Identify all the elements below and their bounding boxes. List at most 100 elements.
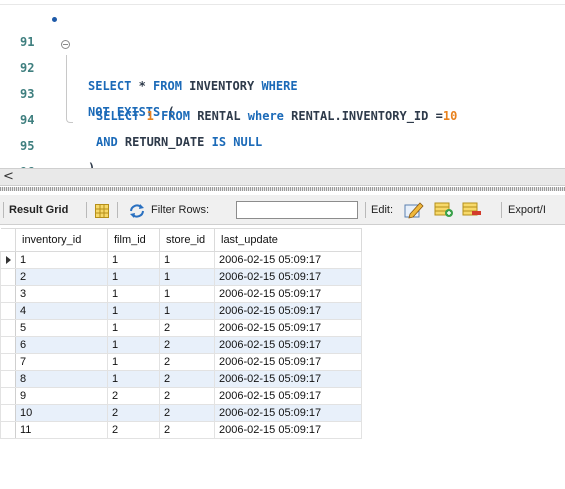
table-cell[interactable]: 6 bbox=[15, 336, 108, 354]
editor-horizontal-scrollbar[interactable]: < bbox=[0, 168, 565, 186]
table-row[interactable]: 2 1 1 2006-02-15 05:09:17 bbox=[0, 268, 362, 286]
table-row[interactable]: 4 1 1 2006-02-15 05:09:17 bbox=[0, 302, 362, 320]
table-cell[interactable]: 2006-02-15 05:09:17 bbox=[214, 268, 362, 286]
table-cell[interactable]: 1 bbox=[107, 336, 160, 354]
table-row[interactable]: 5 1 2 2006-02-15 05:09:17 bbox=[0, 319, 362, 337]
table-cell[interactable]: 1 bbox=[107, 285, 160, 303]
column-header[interactable]: inventory_id bbox=[15, 228, 108, 252]
table-cell[interactable]: 2006-02-15 05:09:17 bbox=[214, 285, 362, 303]
filter-rows-label: Filter Rows: bbox=[151, 204, 210, 216]
table-cell[interactable]: 1 bbox=[107, 370, 160, 388]
row-header[interactable] bbox=[0, 370, 16, 388]
row-header[interactable] bbox=[0, 353, 16, 371]
table-cell[interactable]: 2006-02-15 05:09:17 bbox=[214, 319, 362, 337]
result-grid-tab[interactable]: Result Grid bbox=[9, 195, 68, 225]
table-cell[interactable]: 5 bbox=[15, 319, 108, 337]
table-cell[interactable]: 2006-02-15 05:09:17 bbox=[214, 302, 362, 320]
table-row[interactable]: 1 1 1 2006-02-15 05:09:17 bbox=[0, 251, 362, 269]
table-cell[interactable]: 1 bbox=[159, 285, 215, 303]
current-row-arrow-icon bbox=[6, 256, 11, 264]
table-cell[interactable]: 2 bbox=[159, 353, 215, 371]
column-header[interactable]: film_id bbox=[107, 228, 160, 252]
grid-layout-icon[interactable] bbox=[95, 203, 109, 222]
result-toolbar: Result Grid Filter Rows: Edit: Export/I bbox=[0, 195, 565, 225]
table-row[interactable]: 7 1 2 2006-02-15 05:09:17 bbox=[0, 353, 362, 371]
table-header-row: inventory_id film_id store_id last_updat… bbox=[0, 228, 362, 252]
table-row[interactable]: 9 2 2 2006-02-15 05:09:17 bbox=[0, 387, 362, 405]
toolbar-divider bbox=[365, 202, 366, 218]
table-cell[interactable]: 2 bbox=[159, 387, 215, 405]
row-header[interactable] bbox=[0, 285, 16, 303]
table-cell[interactable]: 2 bbox=[107, 404, 160, 422]
table-row[interactable]: 3 1 1 2006-02-15 05:09:17 bbox=[0, 285, 362, 303]
table-cell[interactable]: 1 bbox=[159, 302, 215, 320]
delete-row-icon[interactable] bbox=[462, 202, 482, 222]
table-cell[interactable]: 2 bbox=[15, 268, 108, 286]
fold-guide-line bbox=[66, 55, 67, 117]
row-header[interactable] bbox=[0, 387, 16, 405]
fold-collapse-icon[interactable] bbox=[61, 40, 70, 49]
result-grid[interactable]: inventory_id film_id store_id last_updat… bbox=[0, 228, 565, 439]
code-line[interactable]: 95 ) bbox=[0, 113, 565, 168]
toolbar-divider bbox=[501, 202, 502, 218]
sql-editor[interactable]: 91 SELECT * FROM INVENTORY WHERE 92 NOT … bbox=[0, 0, 565, 168]
column-header[interactable]: store_id bbox=[159, 228, 215, 252]
fold-guide-end bbox=[66, 117, 73, 123]
table-row[interactable]: 11 2 2 2006-02-15 05:09:17 bbox=[0, 421, 362, 439]
table-cell[interactable]: 10 bbox=[15, 404, 108, 422]
table-cell[interactable]: 1 bbox=[159, 251, 215, 269]
row-header[interactable] bbox=[0, 319, 16, 337]
table-cell[interactable]: 3 bbox=[15, 285, 108, 303]
table-cell[interactable]: 4 bbox=[15, 302, 108, 320]
table-cell[interactable]: 7 bbox=[15, 353, 108, 371]
row-header[interactable] bbox=[0, 268, 16, 286]
table-cell[interactable]: 2006-02-15 05:09:17 bbox=[214, 370, 362, 388]
refresh-icon[interactable] bbox=[129, 203, 145, 222]
line-number: 96 bbox=[20, 161, 50, 168]
row-header[interactable] bbox=[0, 421, 16, 439]
code-line[interactable]: 96 LIMIT 20; bbox=[0, 139, 565, 168]
table-cell[interactable]: 2006-02-15 05:09:17 bbox=[214, 353, 362, 371]
table-row[interactable]: 10 2 2 2006-02-15 05:09:17 bbox=[0, 404, 362, 422]
row-header[interactable] bbox=[0, 251, 16, 269]
code-line[interactable]: 91 SELECT * FROM INVENTORY WHERE bbox=[0, 9, 565, 93]
table-cell[interactable]: 9 bbox=[15, 387, 108, 405]
table-row[interactable]: 6 1 2 2006-02-15 05:09:17 bbox=[0, 336, 362, 354]
table-cell[interactable]: 2 bbox=[159, 421, 215, 439]
table-cell[interactable]: 2 bbox=[107, 421, 160, 439]
code-line[interactable]: 93 SELECT 1 FROM RENTAL where RENTAL.INV… bbox=[0, 61, 565, 123]
add-row-icon[interactable] bbox=[434, 202, 454, 222]
table-cell[interactable]: 2006-02-15 05:09:17 bbox=[214, 387, 362, 405]
table-cell[interactable]: 1 bbox=[107, 353, 160, 371]
table-cell[interactable]: 1 bbox=[15, 251, 108, 269]
table-cell[interactable]: 2 bbox=[159, 370, 215, 388]
table-cell[interactable]: 1 bbox=[107, 319, 160, 337]
table-cell[interactable]: 2 bbox=[159, 319, 215, 337]
row-header[interactable] bbox=[0, 336, 16, 354]
edit-pencil-icon[interactable] bbox=[404, 201, 424, 223]
row-header[interactable] bbox=[0, 404, 16, 422]
table-cell[interactable]: 2006-02-15 05:09:17 bbox=[214, 421, 362, 439]
table-cell[interactable]: 11 bbox=[15, 421, 108, 439]
table-cell[interactable]: 8 bbox=[15, 370, 108, 388]
code-line[interactable]: 94 AND RETURN_DATE IS NULL bbox=[0, 87, 565, 149]
code-line[interactable]: 92 NOT EXISTS ( bbox=[0, 35, 565, 119]
table-cell[interactable]: 1 bbox=[107, 251, 160, 269]
column-header[interactable]: last_update bbox=[214, 228, 362, 252]
table-cell[interactable]: 1 bbox=[107, 268, 160, 286]
table-cell[interactable]: 1 bbox=[159, 268, 215, 286]
table-row[interactable]: 8 1 2 2006-02-15 05:09:17 bbox=[0, 370, 362, 388]
filter-rows-input[interactable] bbox=[236, 201, 358, 219]
toolbar-divider bbox=[3, 202, 4, 218]
table-cell[interactable]: 2006-02-15 05:09:17 bbox=[214, 336, 362, 354]
table-cell[interactable]: 1 bbox=[107, 302, 160, 320]
table-cell[interactable]: 2006-02-15 05:09:17 bbox=[214, 251, 362, 269]
table-cell[interactable]: 2006-02-15 05:09:17 bbox=[214, 404, 362, 422]
table-cell[interactable]: 2 bbox=[159, 404, 215, 422]
table-cell[interactable]: 2 bbox=[107, 387, 160, 405]
panel-splitter[interactable] bbox=[0, 187, 565, 191]
scroll-left-arrow-icon[interactable]: < bbox=[3, 169, 14, 185]
table-cell[interactable]: 2 bbox=[159, 336, 215, 354]
export-label[interactable]: Export/I bbox=[508, 195, 546, 225]
row-header[interactable] bbox=[0, 302, 16, 320]
